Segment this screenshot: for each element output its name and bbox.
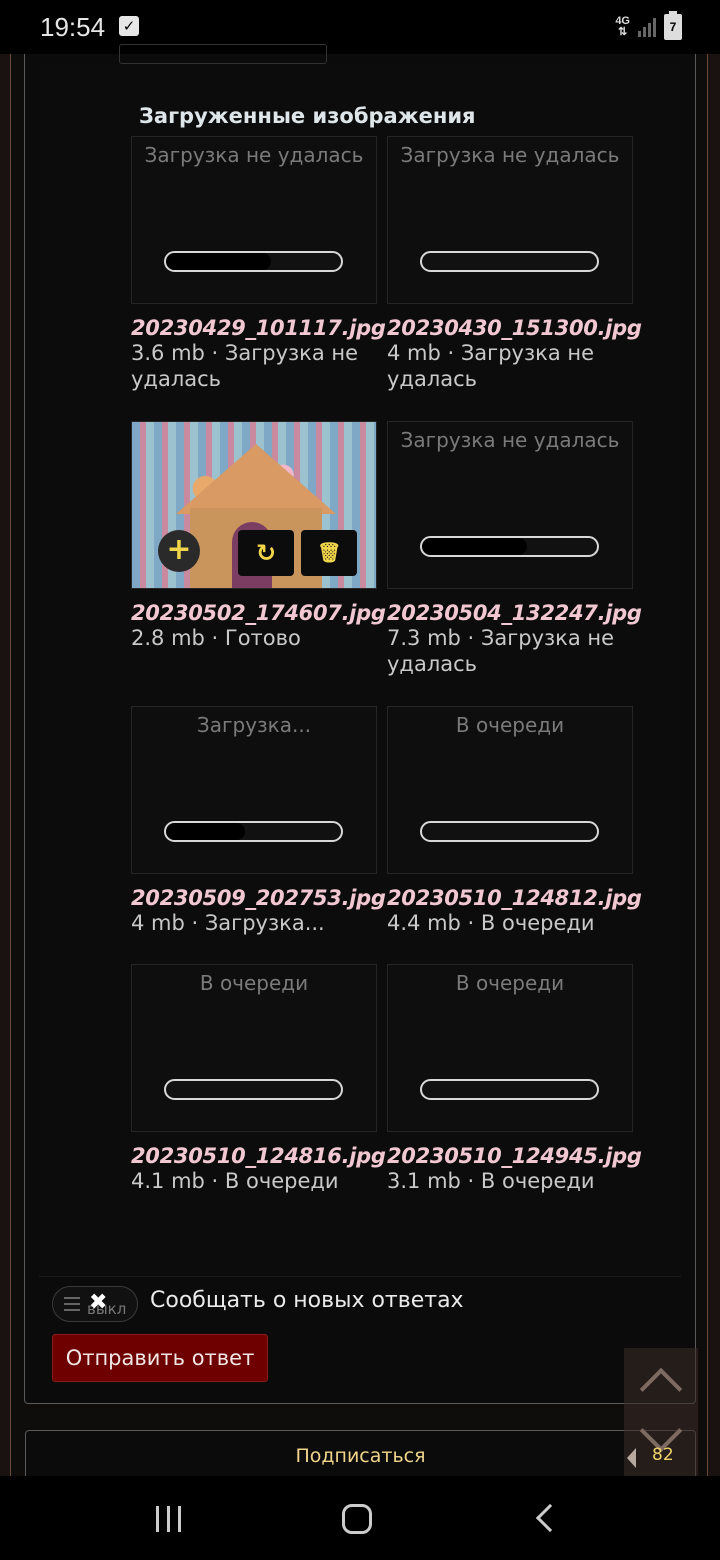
file-name: 20230429_101117.jpg: [131, 316, 386, 340]
progress-bar: [164, 821, 343, 842]
thumbnail[interactable]: Загрузка не удалась: [387, 421, 633, 589]
thumb-status: В очереди: [455, 713, 565, 737]
file-meta: 4 mb · Загрузка...: [131, 911, 325, 935]
reply-count: 82: [652, 1445, 674, 1465]
file-meta: 3.6 mb · Загрузка не удалась: [131, 341, 359, 391]
status-icons: 4G ⇅ 7: [615, 11, 682, 40]
battery-icon: 7: [664, 11, 682, 40]
file-meta: 4.4 mb · В очереди: [387, 911, 595, 935]
trash-icon[interactable]: 🗑: [301, 530, 357, 576]
home-icon[interactable]: [342, 1504, 372, 1534]
page: Загруженные изображения Загрузка не удал…: [0, 44, 720, 1482]
upload-tile: В очереди 20230510_124812.jpg 4.4 mb · В…: [387, 706, 642, 936]
clock: 19:54: [40, 12, 106, 42]
reply-panel: Загруженные изображения Загрузка не удал…: [24, 44, 696, 1404]
notify-toggle[interactable]: выкл ✖: [52, 1286, 138, 1322]
file-name: 20230510_124816.jpg: [131, 1144, 386, 1168]
status-bar: 19:54 ✓ 4G ⇅ 7: [0, 0, 720, 54]
checkbox-notification-icon: ✓: [119, 16, 139, 36]
scroll-up-icon[interactable]: [639, 1367, 683, 1411]
progress-bar: [164, 1079, 343, 1100]
count-pointer-icon: [627, 1448, 636, 1468]
recent-apps-icon[interactable]: [156, 1506, 181, 1532]
uploads-section: Загруженные изображения Загрузка не удал…: [39, 64, 681, 1277]
thumb-status: В очереди: [199, 971, 309, 995]
file-meta: 4.1 mb · В очереди: [131, 1169, 339, 1193]
thumb-status: Загрузка не удалась: [400, 428, 620, 452]
upload-tile: Загрузка не удалась 20230504_132247.jpg …: [387, 421, 642, 677]
thumbnail[interactable]: В очереди: [387, 706, 633, 874]
progress-bar: [420, 251, 599, 272]
thumbnail[interactable]: В очереди: [387, 964, 633, 1132]
upload-tile: Загрузка не удалась 20230430_151300.jpg …: [387, 136, 642, 392]
reload-icon[interactable]: ↻: [238, 530, 294, 576]
file-name: 20230504_132247.jpg: [387, 601, 642, 625]
menu-lines-icon: [64, 1297, 80, 1315]
upload-tile: + ↻ 🗑 20230502_174607.jpg 2.8 mb · Готов…: [131, 421, 386, 651]
file-name: 20230510_124812.jpg: [387, 886, 642, 910]
file-meta: 4 mb · Загрузка не удалась: [387, 341, 595, 391]
thumb-status: Загрузка...: [196, 713, 312, 737]
upload-tile: Загрузка не удалась 20230429_101117.jpg …: [131, 136, 386, 392]
thumbnail[interactable]: Загрузка...: [131, 706, 377, 874]
progress-bar: [420, 1079, 599, 1100]
thumb-status: Загрузка не удалась: [144, 143, 364, 167]
file-name: 20230510_124945.jpg: [387, 1144, 642, 1168]
upload-tile: В очереди 20230510_124945.jpg 3.1 mb · В…: [387, 964, 642, 1194]
signal-icon: [638, 17, 656, 37]
upload-tile: Загрузка... 20230509_202753.jpg 4 mb · З…: [131, 706, 386, 936]
progress-bar: [420, 821, 599, 842]
progress-bar: [420, 536, 599, 557]
navigation-bar: [0, 1476, 720, 1560]
upload-tile: В очереди 20230510_124816.jpg 4.1 mb · В…: [131, 964, 386, 1194]
send-reply-button[interactable]: Отправить ответ: [52, 1334, 268, 1382]
thumb-status: Загрузка не удалась: [400, 143, 620, 167]
subscribe-button[interactable]: Подписаться: [25, 1430, 696, 1482]
file-meta: 2.8 mb · Готово: [131, 626, 301, 650]
file-meta: 3.1 mb · В очереди: [387, 1169, 595, 1193]
file-name: 20230502_174607.jpg: [131, 601, 386, 625]
thumbnail[interactable]: В очереди: [131, 964, 377, 1132]
image-thumbnail[interactable]: + ↻ 🗑: [131, 421, 377, 589]
file-meta: 7.3 mb · Загрузка не удалась: [387, 626, 615, 676]
insert-plus-icon[interactable]: +: [158, 530, 200, 572]
file-name: 20230509_202753.jpg: [131, 886, 386, 910]
thumbnail[interactable]: Загрузка не удалась: [131, 136, 377, 304]
close-icon: ✖: [89, 1290, 108, 1315]
thumb-status: В очереди: [455, 971, 565, 995]
file-name: 20230430_151300.jpg: [387, 316, 642, 340]
progress-bar: [164, 251, 343, 272]
back-icon[interactable]: [535, 1503, 565, 1533]
notify-label: Сообщать о новых ответах: [150, 1288, 464, 1313]
network-4g-icon: 4G ⇅: [615, 15, 630, 38]
uploads-title: Загруженные изображения: [139, 104, 476, 128]
previous-control: [119, 44, 327, 64]
thumbnail[interactable]: Загрузка не удалась: [387, 136, 633, 304]
